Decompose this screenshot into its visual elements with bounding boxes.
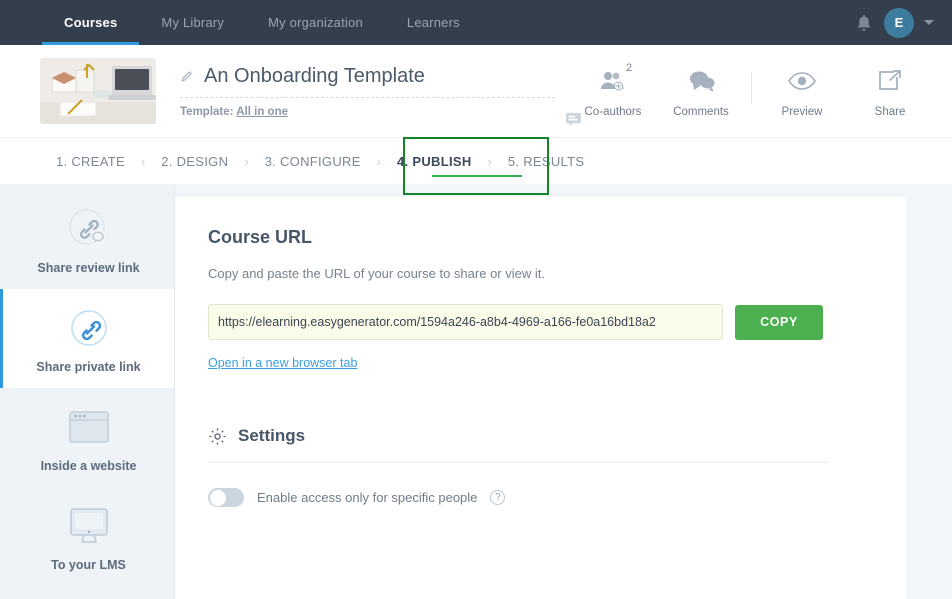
- sidebar-item-label: To your LMS: [51, 558, 126, 572]
- toggle-knob: [209, 489, 226, 506]
- preview-button[interactable]: Preview: [758, 64, 846, 118]
- step-2-design[interactable]: 2. DESIGN: [161, 154, 228, 169]
- publish-panel: Course URL Copy and paste the URL of you…: [175, 197, 906, 599]
- topnav-item-learners[interactable]: Learners: [385, 0, 482, 45]
- settings-divider: [208, 462, 828, 463]
- course-title-block: An Onboarding Template Template: All in …: [180, 65, 555, 118]
- topnav-label: My organization: [268, 15, 363, 30]
- active-step-underline: [432, 175, 522, 177]
- topnav-item-courses[interactable]: Courses: [42, 0, 140, 45]
- course-header: An Onboarding Template Template: All in …: [0, 45, 952, 137]
- course-thumbnail: [40, 58, 156, 124]
- page-title: An Onboarding Template: [204, 64, 425, 87]
- pencil-icon[interactable]: [180, 69, 194, 83]
- sidebar-item-share-review-link[interactable]: Share review link: [0, 190, 174, 289]
- link-icon: [64, 303, 114, 353]
- course-url-description: Copy and paste the URL of your course to…: [208, 266, 545, 281]
- template-line: Template: All in one: [180, 106, 555, 118]
- comments-icon: [688, 64, 715, 98]
- title-divider: [180, 96, 555, 98]
- action-divider: [751, 72, 752, 104]
- settings-header: Settings: [208, 426, 906, 446]
- chevron-down-icon[interactable]: [924, 20, 934, 25]
- open-in-new-tab-link[interactable]: Open in a new browser tab: [208, 356, 357, 370]
- toggle-label: Enable access only for specific people: [257, 490, 478, 505]
- co-authors-button[interactable]: 2 Co-authors: [569, 62, 657, 118]
- sidebar-item-share-private-link[interactable]: Share private link: [0, 289, 174, 388]
- share-label: Share: [874, 106, 906, 118]
- gear-icon: [209, 427, 226, 445]
- sidebar-item-inside-a-website[interactable]: Inside a website: [0, 388, 174, 487]
- topbar-right-controls: E: [854, 0, 952, 45]
- step-separator: ›: [487, 153, 492, 169]
- publish-sidebar: Share review link Share private link Ins…: [0, 184, 175, 599]
- course-url-heading: Course URL: [208, 227, 313, 247]
- co-authors-icon: [600, 64, 626, 98]
- panel-right-gutter: [906, 197, 952, 599]
- settings-heading: Settings: [238, 426, 306, 445]
- topnav-label: Learners: [406, 15, 460, 30]
- topnav-item-my-organization[interactable]: My organization: [246, 0, 385, 45]
- link-comment-icon: [64, 204, 114, 254]
- top-nav-items: Courses My Library My organization Learn…: [42, 0, 482, 45]
- step-1-create[interactable]: 1. CREATE: [56, 154, 125, 169]
- template-label: Template:: [180, 105, 234, 118]
- top-navigation-bar: Courses My Library My organization Learn…: [0, 0, 952, 45]
- course-url-input[interactable]: [208, 304, 723, 340]
- sidebar-item-label: Share review link: [37, 261, 140, 275]
- monitor-icon: [64, 501, 114, 551]
- browser-window-icon: [64, 402, 114, 452]
- main-content-area: Course URL Copy and paste the URL of you…: [175, 184, 952, 599]
- bell-icon[interactable]: [854, 13, 874, 33]
- sidebar-item-label: Share private link: [36, 360, 141, 374]
- specific-people-setting-row: Enable access only for specific people ?: [208, 488, 906, 507]
- share-icon: [878, 64, 902, 98]
- step-5-results[interactable]: 5. RESULTS: [508, 154, 584, 169]
- steps-navigation: 1. CREATE › 2. DESIGN › 3. CONFIGURE › 4…: [0, 137, 952, 195]
- header-action-buttons: 2 Co-authors Comments Preview Share: [569, 58, 934, 124]
- share-button[interactable]: Share: [846, 64, 934, 118]
- template-link[interactable]: All in one: [236, 106, 288, 118]
- question-mark-icon[interactable]: ?: [490, 490, 506, 505]
- page-body: Share review link Share private link Ins…: [0, 184, 952, 599]
- topnav-item-my-library[interactable]: My Library: [139, 0, 246, 45]
- step-3-configure[interactable]: 3. CONFIGURE: [265, 154, 361, 169]
- avatar-initial: E: [894, 15, 904, 30]
- step-4-publish[interactable]: 4. PUBLISH: [397, 154, 472, 169]
- comments-button[interactable]: Comments: [657, 64, 745, 118]
- course-title-row[interactable]: An Onboarding Template: [180, 65, 555, 88]
- copy-button[interactable]: COPY: [735, 304, 823, 340]
- co-authors-label: Co-authors: [584, 106, 642, 118]
- sidebar-item-to-your-lms[interactable]: To your LMS: [0, 487, 174, 586]
- sidebar-item-label: Inside a website: [40, 459, 137, 473]
- course-url-row: COPY: [208, 304, 906, 340]
- comments-label: Comments: [673, 106, 729, 118]
- step-separator: ›: [244, 153, 249, 169]
- eye-icon: [787, 64, 817, 98]
- topnav-label: Courses: [64, 15, 118, 30]
- topnav-label: My Library: [161, 15, 225, 30]
- step-separator: ›: [376, 153, 382, 169]
- enable-specific-people-toggle[interactable]: [208, 488, 244, 507]
- avatar[interactable]: E: [884, 7, 914, 38]
- preview-label: Preview: [781, 106, 823, 118]
- co-authors-badge: 2: [626, 62, 633, 74]
- step-separator: ›: [140, 153, 146, 169]
